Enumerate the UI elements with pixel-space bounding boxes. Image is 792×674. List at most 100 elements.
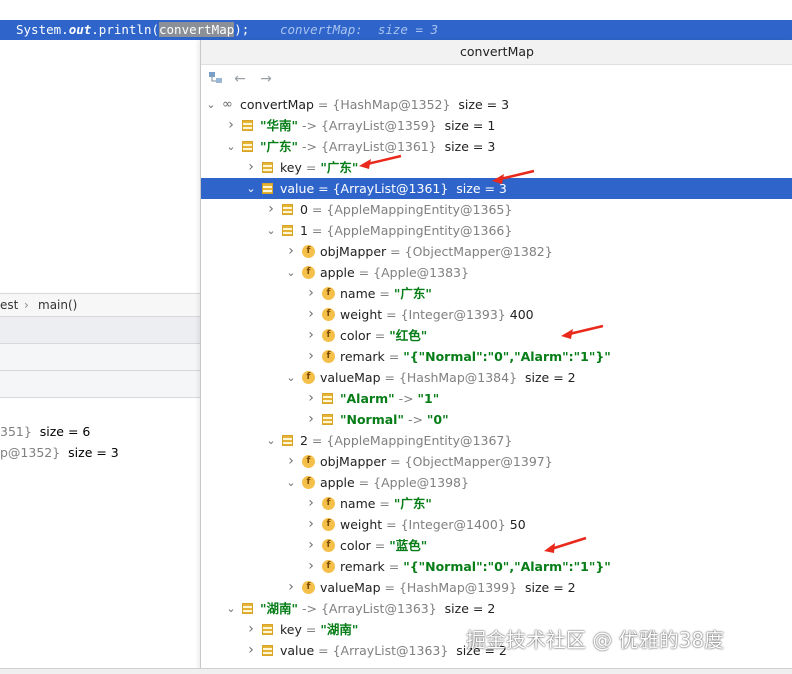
tree-row[interactable]: ⌄ f apple = {Apple@1383} bbox=[201, 262, 792, 283]
evaluated-expression[interactable]: convertMap bbox=[159, 22, 235, 37]
back-arrow-icon[interactable]: ← bbox=[231, 70, 249, 88]
field-icon: f bbox=[302, 245, 315, 258]
chevron-down-icon[interactable]: ⌄ bbox=[285, 262, 297, 283]
chevron-right-icon[interactable]: › bbox=[305, 514, 317, 535]
variable-name: name bbox=[340, 496, 376, 511]
map-entry-icon bbox=[262, 645, 273, 656]
tree-row[interactable]: ⌄ f valueMap = {HashMap@1384} size = 2 bbox=[201, 367, 792, 388]
operator: = bbox=[370, 328, 390, 343]
chevron-down-icon[interactable]: ⌄ bbox=[225, 598, 237, 619]
chevron-right-icon[interactable]: › bbox=[305, 346, 317, 367]
breadcrumb: est › main() bbox=[0, 293, 200, 317]
variable-name: key bbox=[280, 622, 302, 637]
operator: = bbox=[354, 475, 374, 490]
current-code-line: System.out.println(convertMap); convertM… bbox=[0, 20, 792, 40]
tree-row[interactable]: › f name = "广东" bbox=[201, 283, 792, 304]
variable-name: apple bbox=[320, 265, 355, 280]
variable-name: 1 bbox=[300, 223, 308, 238]
map-entry-icon bbox=[262, 624, 273, 635]
variable-value: "{"Normal":"0","Alarm":"1"}" bbox=[403, 559, 611, 574]
chevron-down-icon[interactable]: ⌄ bbox=[265, 220, 277, 241]
chevron-down-icon[interactable]: ⌄ bbox=[225, 136, 237, 157]
chevron-right-icon[interactable]: › bbox=[305, 325, 317, 346]
chevron-right-icon[interactable]: › bbox=[305, 304, 317, 325]
chevron-right-icon[interactable]: › bbox=[285, 451, 297, 472]
variable-name: color bbox=[340, 328, 371, 343]
variable-extra: size = 3 bbox=[436, 139, 496, 154]
tree-row[interactable]: ⌄ "湖南" -> {ArrayList@1363} size = 2 bbox=[201, 598, 792, 619]
operator: = bbox=[375, 286, 394, 301]
chevron-right-icon[interactable]: › bbox=[305, 535, 317, 556]
variable-name: valueMap bbox=[320, 370, 381, 385]
debug-toolbar-band bbox=[0, 317, 200, 343]
tree-row[interactable]: ⌄ 1 = {AppleMappingEntity@1366} bbox=[201, 220, 792, 241]
chevron-right-icon[interactable]: › bbox=[305, 493, 317, 514]
tree-row[interactable]: › f valueMap = {HashMap@1399} size = 2 bbox=[201, 577, 792, 598]
operator: -> bbox=[298, 139, 321, 154]
chevron-down-icon[interactable]: ⌄ bbox=[285, 472, 297, 493]
tree-row[interactable]: ⌄ f apple = {Apple@1398} bbox=[201, 472, 792, 493]
breadcrumb-method[interactable]: main() bbox=[38, 294, 77, 316]
tree-row[interactable]: ⌄ 2 = {AppleMappingEntity@1367} bbox=[201, 430, 792, 451]
variable-name: valueMap bbox=[320, 580, 381, 595]
variable-value: {ObjectMapper@1397} bbox=[404, 454, 553, 469]
tree-row[interactable]: › f remark = "{"Normal":"0","Alarm":"1"}" bbox=[201, 556, 792, 577]
operator: = bbox=[313, 97, 333, 112]
variable-value: "湖南" bbox=[320, 622, 359, 637]
bg-variable-row[interactable]: 351} size = 6 bbox=[0, 424, 90, 439]
chevron-right-icon[interactable]: › bbox=[245, 619, 257, 640]
chevron-right-icon[interactable]: › bbox=[245, 157, 257, 178]
annotation-arrow-icon bbox=[561, 324, 604, 339]
variable-extra: size = 2 bbox=[517, 370, 576, 385]
layout-icon[interactable] bbox=[207, 70, 225, 88]
tree-row-label: valueMap = {HashMap@1399} size = 2 bbox=[320, 577, 576, 598]
forward-arrow-icon[interactable]: → bbox=[257, 70, 275, 88]
tree-row[interactable]: › f objMapper = {ObjectMapper@1382} bbox=[201, 241, 792, 262]
variable-name: key bbox=[280, 160, 302, 175]
field-icon: f bbox=[302, 266, 315, 279]
chevron-right-icon[interactable]: › bbox=[265, 199, 277, 220]
variable-value: "广东" bbox=[393, 286, 432, 301]
chevron-down-icon[interactable]: ⌄ bbox=[205, 94, 217, 115]
variable-value: "1" bbox=[417, 391, 440, 406]
variable-value: "红色" bbox=[389, 328, 428, 343]
tree-row[interactable]: › f color = "红色" bbox=[201, 325, 792, 346]
tree-row[interactable]: › "Alarm" -> "1" bbox=[201, 388, 792, 409]
field-icon: f bbox=[302, 371, 315, 384]
variable-name: "Alarm" bbox=[340, 391, 395, 406]
tree-row[interactable]: › "Normal" -> "0" bbox=[201, 409, 792, 430]
chevron-right-icon[interactable]: › bbox=[305, 283, 317, 304]
tree-row[interactable]: › "华南" -> {ArrayList@1359} size = 1 bbox=[201, 115, 792, 136]
chevron-right-icon[interactable]: › bbox=[305, 388, 317, 409]
tree-row[interactable]: › 0 = {AppleMappingEntity@1365} bbox=[201, 199, 792, 220]
tree-row[interactable]: › f remark = "{"Normal":"0","Alarm":"1"}" bbox=[201, 346, 792, 367]
variable-extra: size = 3 bbox=[450, 97, 510, 112]
operator: = bbox=[307, 433, 327, 448]
tree-row-label: "Normal" -> "0" bbox=[340, 409, 449, 430]
chevron-down-icon[interactable]: ⌄ bbox=[265, 430, 277, 451]
tree-row[interactable]: ⌄ ∞ convertMap = {HashMap@1352} size = 3 bbox=[201, 94, 792, 115]
bg-variable-row[interactable]: p@1352} size = 3 bbox=[0, 445, 119, 460]
tree-row[interactable]: › f color = "蓝色" bbox=[201, 535, 792, 556]
tree-row[interactable]: › f weight = {Integer@1393} 400 bbox=[201, 304, 792, 325]
debug-tabs-band bbox=[0, 344, 200, 370]
operator: = bbox=[370, 538, 390, 553]
chevron-down-icon[interactable]: ⌄ bbox=[245, 178, 257, 199]
tree-row[interactable]: › f weight = {Integer@1400} 50 bbox=[201, 514, 792, 535]
chevron-right-icon[interactable]: › bbox=[285, 577, 297, 598]
chevron-right-icon[interactable]: › bbox=[245, 640, 257, 661]
tree-row[interactable]: › f name = "广东" bbox=[201, 493, 792, 514]
tree-row[interactable]: › f objMapper = {ObjectMapper@1397} bbox=[201, 451, 792, 472]
variable-value: "广东" bbox=[393, 496, 432, 511]
chevron-right-icon[interactable]: › bbox=[305, 409, 317, 430]
tree-row[interactable]: ⌄ "广东" -> {ArrayList@1361} size = 3 bbox=[201, 136, 792, 157]
map-entry-icon bbox=[282, 435, 293, 446]
operator: = bbox=[354, 265, 374, 280]
variable-value: {HashMap@1352} bbox=[332, 97, 451, 112]
chevron-right-icon[interactable]: › bbox=[285, 241, 297, 262]
chevron-right-icon[interactable]: › bbox=[305, 556, 317, 577]
chevron-down-icon[interactable]: ⌄ bbox=[285, 367, 297, 388]
chevron-right-icon[interactable]: › bbox=[225, 115, 237, 136]
breadcrumb-class[interactable]: est bbox=[0, 294, 18, 316]
variable-value: {Integer@1400} bbox=[400, 517, 506, 532]
